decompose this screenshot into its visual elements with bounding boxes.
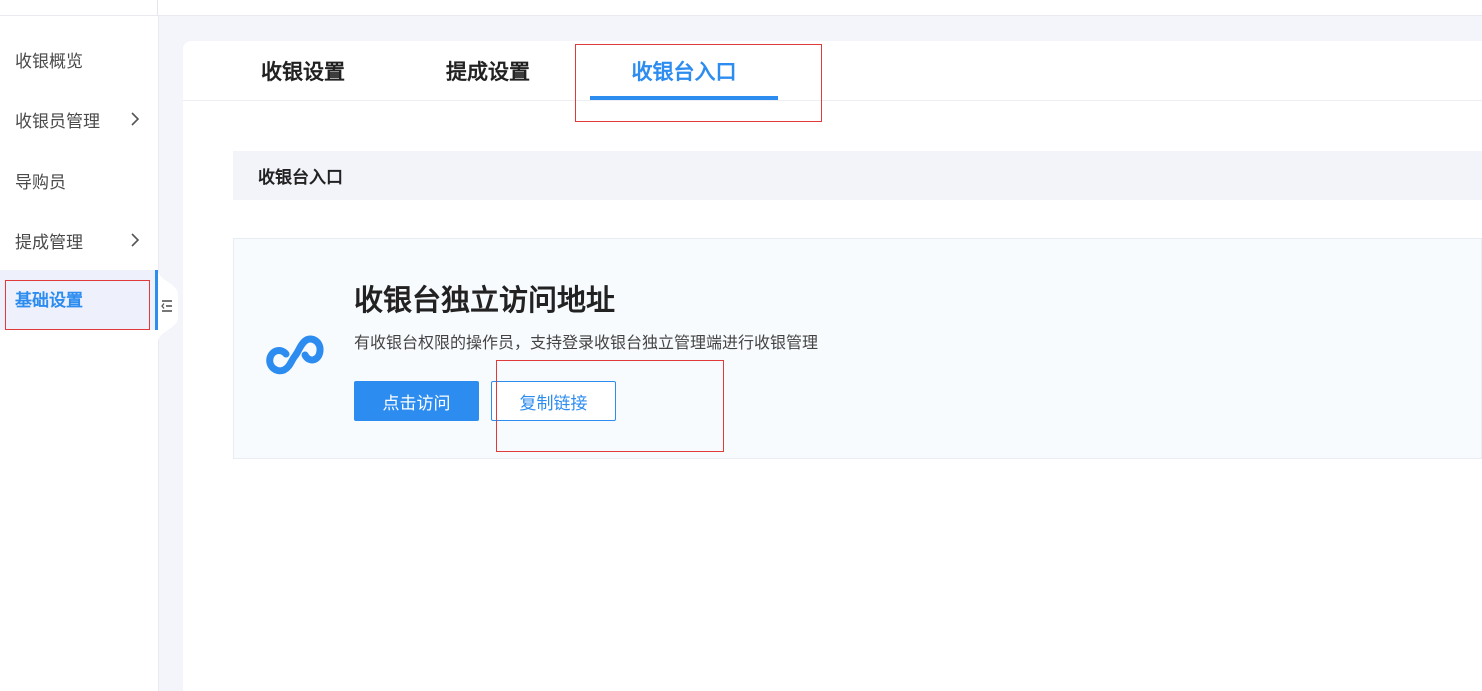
link-icon	[262, 317, 328, 383]
top-bar-divider	[157, 0, 158, 15]
tab-commission-settings[interactable]: 提成设置	[413, 41, 563, 100]
card-title: 收银台独立访问地址	[354, 283, 616, 317]
chevron-right-icon	[130, 210, 140, 270]
sidebar: 收银概览 收银员管理 导购员 提成管理 基础设置	[0, 16, 159, 691]
access-card: 收银台独立访问地址 有收银台权限的操作员，支持登录收银台独立管理端进行收银管理 …	[233, 238, 1482, 459]
tab-cashier-entrance[interactable]: 收银台入口	[590, 41, 778, 100]
sidebar-item-label: 提成管理	[15, 232, 83, 253]
sidebar-item-shopping-guide[interactable]: 导购员	[0, 150, 158, 210]
copy-link-button[interactable]: 复制链接	[491, 381, 616, 421]
sidebar-item-label: 导购员	[15, 172, 66, 193]
sidebar-item-overview[interactable]: 收银概览	[0, 29, 158, 89]
sidebar-collapse-toggle[interactable]	[158, 270, 178, 342]
top-bar	[0, 0, 1482, 16]
chevron-right-icon	[130, 89, 140, 149]
sidebar-item-cashier-management[interactable]: 收银员管理	[0, 89, 158, 149]
sidebar-item-commission-management[interactable]: 提成管理	[0, 210, 158, 270]
sidebar-item-basic-settings[interactable]: 基础设置	[0, 270, 158, 330]
tab-cashier-settings[interactable]: 收银设置	[228, 41, 378, 100]
active-tab-underline	[590, 96, 778, 100]
sidebar-item-label: 基础设置	[15, 290, 83, 311]
visit-button[interactable]: 点击访问	[354, 381, 479, 421]
main-content: 收银设置 提成设置 收银台入口 收银台入口 收银台独立访问地址 有收银台权限的操…	[183, 41, 1482, 691]
sidebar-item-label: 收银概览	[15, 51, 83, 72]
section-title: 收银台入口	[258, 168, 343, 188]
tab-bar: 收银设置 提成设置 收银台入口	[183, 41, 1482, 101]
card-description: 有收银台权限的操作员，支持登录收银台独立管理端进行收银管理	[354, 333, 819, 352]
section-header: 收银台入口	[233, 151, 1482, 200]
sidebar-item-label: 收银员管理	[15, 111, 100, 132]
